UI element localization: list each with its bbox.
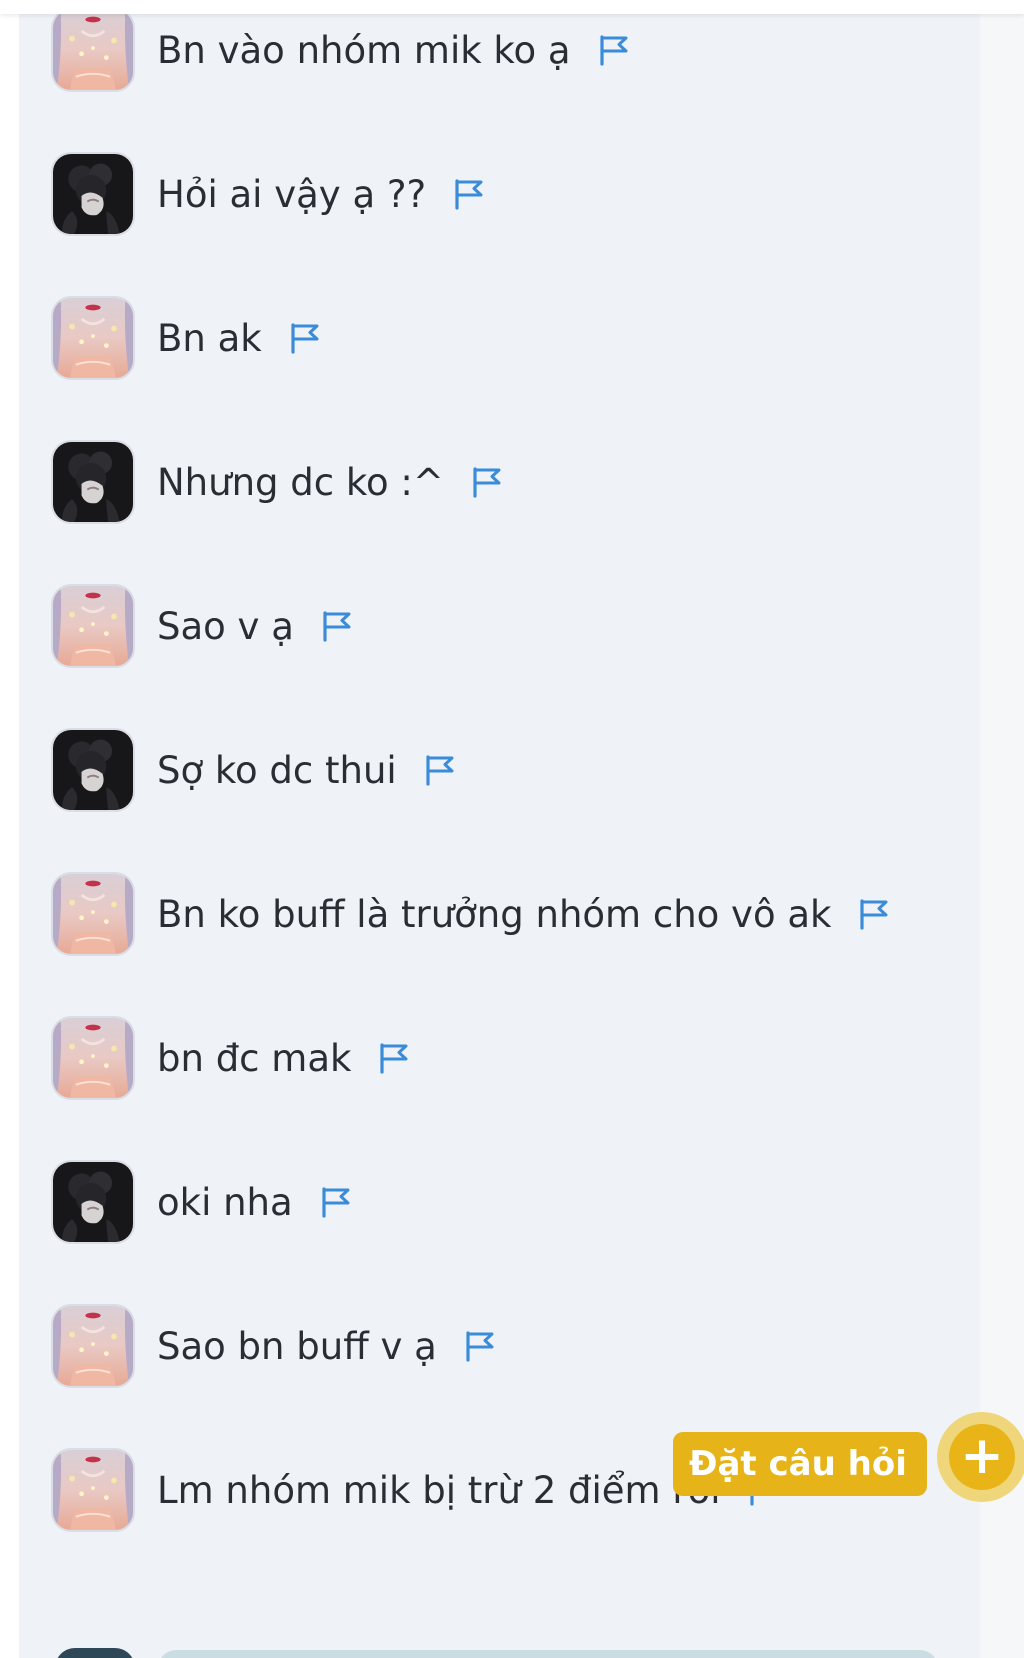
comment-item: Hỏi ai vậy ạ ?? [51,150,486,238]
flag-icon[interactable] [288,321,322,355]
comment-text: Sao v ạ [157,604,294,648]
comment-text: Lm nhóm mik bị trừ 2 điểm rồi [157,1468,721,1512]
comment-thread-page: Bn vào nhóm mik ko ạ Hỏi ai vậy ạ ?? Bn … [0,0,1024,1658]
flag-icon[interactable] [423,753,457,787]
girl-avatar-icon[interactable] [51,1016,135,1100]
comment-item: Bn ak [51,294,322,382]
dark-avatar-icon[interactable] [51,440,135,524]
girl-avatar-icon[interactable] [51,1448,135,1532]
flag-icon[interactable] [470,465,504,499]
comment-text: bn đc mak [157,1036,352,1080]
flag-icon[interactable] [377,1041,411,1075]
reply-input-partial[interactable] [158,1650,938,1658]
comment-text: Bn ko buff là trưởng nhóm cho vô ak [157,892,832,936]
comment-text: Bn ak [157,316,262,360]
comment-text: oki nha [157,1180,293,1224]
page-gutter [980,0,1024,1658]
flag-icon[interactable] [319,1185,353,1219]
comment-item: bn đc mak [51,1014,411,1102]
ask-question-fab[interactable]: + [937,1412,1024,1502]
ask-question-pointer [908,1449,924,1479]
comment-text: Sao bn buff v ạ [157,1324,437,1368]
next-avatar-partial [55,1648,135,1658]
comment-text: Bn vào nhóm mik ko ạ [157,28,571,72]
comment-item: Sao bn buff v ạ [51,1302,497,1390]
comment-text: Nhưng dc ko :^ [157,460,444,504]
ask-question-button[interactable]: Đặt câu hỏi [673,1432,927,1496]
flag-icon[interactable] [597,33,631,67]
comment-text: Sợ ko dc thui [157,748,397,792]
comment-item: Nhưng dc ko :^ [51,438,504,526]
dark-avatar-icon[interactable] [51,728,135,812]
comment-item: oki nha [51,1158,353,1246]
flag-icon[interactable] [452,177,486,211]
top-bar-edge [0,0,1024,14]
dark-avatar-icon[interactable] [51,1160,135,1244]
plus-icon: + [949,1424,1015,1490]
comment-item: Sợ ko dc thui [51,726,457,814]
girl-avatar-icon[interactable] [51,872,135,956]
comment-item: Bn vào nhóm mik ko ạ [51,6,631,94]
flag-icon[interactable] [463,1329,497,1363]
comment-item: Sao v ạ [51,582,354,670]
comment-item: Bn ko buff là trưởng nhóm cho vô ak [51,870,891,958]
comment-item: Lm nhóm mik bị trừ 2 điểm rồi [51,1446,781,1534]
girl-avatar-icon[interactable] [51,296,135,380]
dark-avatar-icon[interactable] [51,152,135,236]
girl-avatar-icon[interactable] [51,8,135,92]
flag-icon[interactable] [857,897,891,931]
comment-text: Hỏi ai vậy ạ ?? [157,172,427,216]
girl-avatar-icon[interactable] [51,584,135,668]
flag-icon[interactable] [320,609,354,643]
comment-panel [19,0,980,1658]
girl-avatar-icon[interactable] [51,1304,135,1388]
